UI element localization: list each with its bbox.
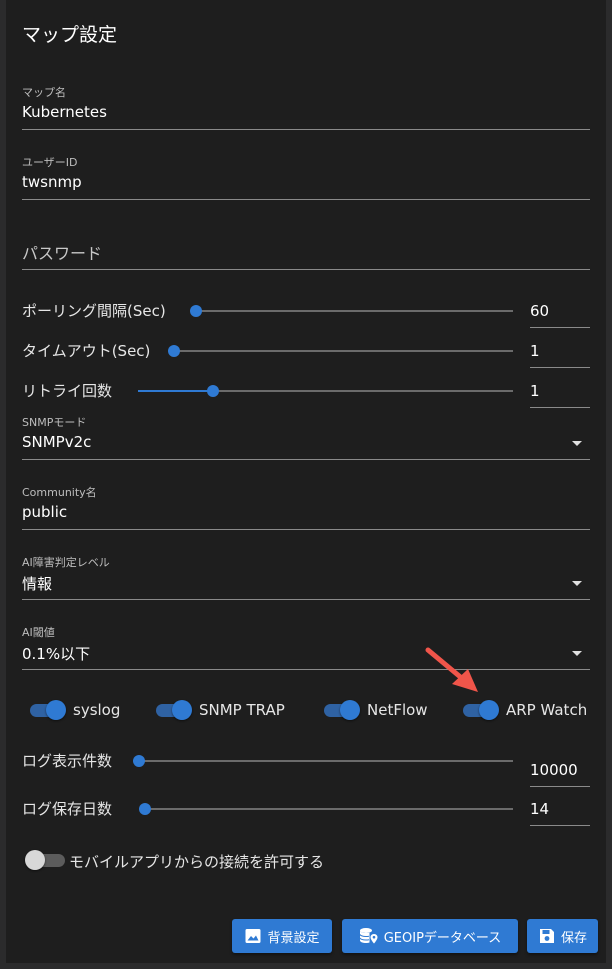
arp-watch-toggle[interactable]: ARP Watch	[463, 699, 589, 721]
timeout-slider-thumb[interactable]	[168, 345, 180, 357]
background-settings-button[interactable]: 背景設定	[232, 919, 332, 953]
mobile-access-toggle[interactable]: モバイルアプリからの接続を許可する	[25, 849, 345, 871]
netflow-toggle[interactable]: NetFlow	[324, 699, 429, 721]
ai-level-label: AI障害判定レベル	[22, 556, 110, 569]
map-name-underline	[22, 129, 590, 130]
mobile-access-toggle-knob[interactable]	[25, 850, 45, 870]
community-label: Community名	[22, 486, 97, 499]
community-underline	[22, 529, 590, 530]
log-retention-days-input[interactable]: 14	[530, 798, 590, 826]
snmp-mode-label: SNMPモード	[22, 416, 87, 429]
polling-interval-slider[interactable]	[196, 310, 513, 312]
community-field[interactable]: Community名 public	[22, 482, 590, 530]
annotation-arrow-icon	[425, 647, 478, 692]
dialog-title: マップ設定	[22, 24, 118, 46]
snmp-mode-select[interactable]: SNMPモード SNMPv2c	[22, 412, 590, 460]
snmp-trap-toggle-knob[interactable]	[172, 700, 192, 720]
timeout-label: タイムアウト(Sec)	[22, 342, 151, 360]
snmp-trap-toggle[interactable]: SNMP TRAP	[156, 699, 291, 721]
user-id-underline	[22, 199, 590, 200]
ai-threshold-select[interactable]: AI閾値 0.1%以下	[22, 622, 590, 670]
snmp-trap-toggle-label: SNMP TRAP	[199, 701, 285, 719]
map-name-field[interactable]: マップ名 Kubernetes	[22, 82, 590, 130]
retry-label: リトライ回数	[22, 382, 113, 400]
mobile-access-toggle-label: モバイルアプリからの接続を許可する	[69, 853, 325, 871]
community-value[interactable]: public	[22, 503, 67, 521]
user-id-label: ユーザーID	[22, 156, 78, 169]
netflow-toggle-knob[interactable]	[340, 700, 360, 720]
database-location-icon	[359, 928, 378, 944]
ai-threshold-dropdown-icon[interactable]	[572, 651, 582, 656]
timeout-value[interactable]: 1	[530, 342, 540, 360]
background-settings-label: 背景設定	[267, 930, 320, 946]
log-display-count-slider-thumb[interactable]	[133, 755, 145, 767]
ai-threshold-label: AI閾値	[22, 626, 55, 639]
log-display-count-underline	[530, 786, 590, 787]
syslog-toggle[interactable]: syslog	[30, 699, 122, 721]
password-field[interactable]: パスワード	[22, 238, 590, 270]
log-retention-days-slider[interactable]	[145, 808, 513, 810]
log-retention-days-slider-thumb[interactable]	[139, 803, 151, 815]
map-name-label: マップ名	[22, 86, 66, 99]
netflow-toggle-label: NetFlow	[367, 701, 428, 719]
retry-value[interactable]: 1	[530, 382, 540, 400]
user-id-value[interactable]: twsnmp	[22, 173, 82, 191]
log-retention-days-label: ログ保存日数	[22, 800, 113, 818]
arp-watch-toggle-knob[interactable]	[479, 700, 499, 720]
retry-underline	[530, 407, 590, 408]
retry-input[interactable]: 1	[530, 380, 590, 408]
log-display-count-label: ログ表示件数	[22, 752, 113, 770]
snmp-mode-dropdown-icon[interactable]	[572, 441, 582, 446]
polling-interval-label: ポーリング間隔(Sec)	[22, 302, 166, 320]
polling-interval-underline	[530, 327, 590, 328]
log-display-count-value[interactable]: 10000	[530, 761, 578, 779]
arp-watch-toggle-label: ARP Watch	[506, 701, 588, 719]
log-retention-days-underline	[530, 825, 590, 826]
map-name-value[interactable]: Kubernetes	[22, 103, 107, 121]
save-label: 保存	[560, 930, 587, 946]
password-placeholder[interactable]: パスワード	[22, 240, 102, 264]
ai-level-value[interactable]: 情報	[22, 573, 52, 594]
timeout-input[interactable]: 1	[530, 340, 590, 368]
syslog-toggle-label: syslog	[73, 701, 121, 719]
geoip-database-button[interactable]: GEOIPデータベース	[342, 919, 518, 953]
syslog-toggle-knob[interactable]	[46, 700, 66, 720]
floppy-disk-icon	[539, 929, 554, 943]
snmp-mode-value[interactable]: SNMPv2c	[22, 433, 91, 451]
log-retention-days-value[interactable]: 14	[530, 800, 549, 818]
retry-slider-fill	[138, 390, 213, 392]
polling-interval-input[interactable]: 60	[530, 300, 590, 328]
ai-level-select[interactable]: AI障害判定レベル 情報	[22, 552, 590, 600]
ai-threshold-underline	[22, 669, 590, 670]
snmp-mode-underline	[22, 459, 590, 460]
geoip-database-label: GEOIPデータベース	[383, 930, 502, 946]
retry-slider-thumb[interactable]	[207, 385, 219, 397]
timeout-underline	[530, 367, 590, 368]
save-button[interactable]: 保存	[527, 919, 598, 953]
image-icon	[245, 929, 261, 943]
log-display-count-slider[interactable]	[139, 760, 513, 762]
user-id-field[interactable]: ユーザーID twsnmp	[22, 152, 590, 200]
timeout-slider[interactable]	[174, 350, 513, 352]
log-display-count-input[interactable]: 10000	[530, 759, 590, 787]
ai-level-dropdown-icon[interactable]	[572, 581, 582, 586]
ai-threshold-value[interactable]: 0.1%以下	[22, 643, 90, 664]
polling-interval-value[interactable]: 60	[530, 302, 549, 320]
password-underline	[22, 269, 590, 270]
polling-interval-slider-thumb[interactable]	[190, 305, 202, 317]
ai-level-underline	[22, 599, 590, 600]
